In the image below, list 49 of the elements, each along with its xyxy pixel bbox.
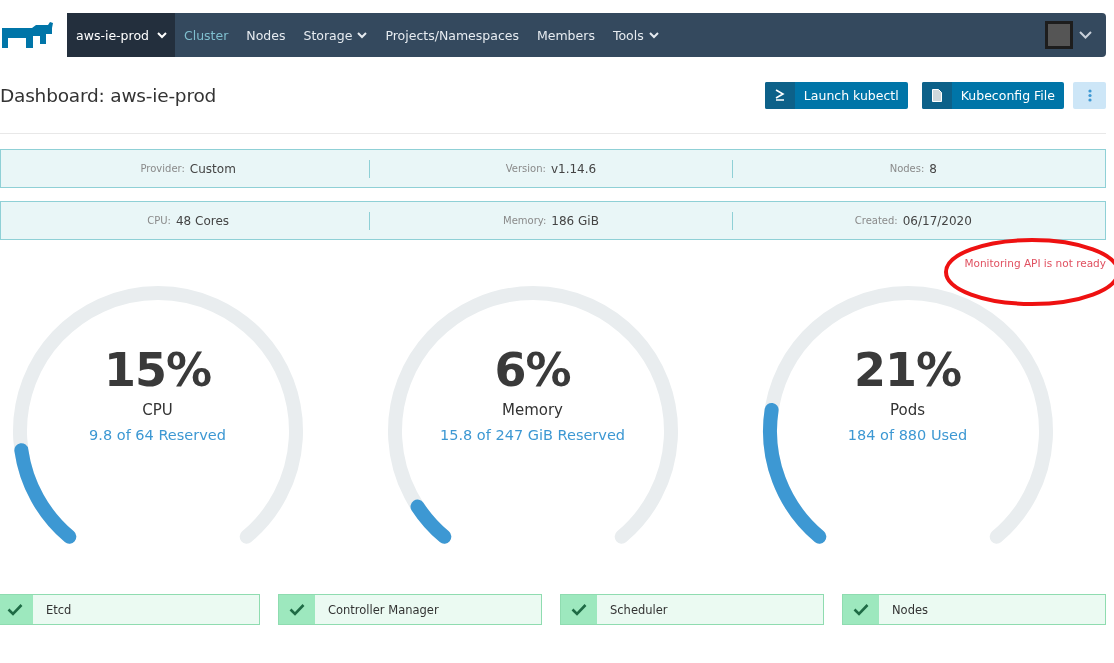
terminal-icon — [774, 89, 785, 101]
check-icon — [7, 603, 23, 616]
gauge-percentage: 15% — [103, 343, 212, 397]
info-value: v1.14.6 — [550, 161, 597, 176]
gauge-detail: 9.8 of 64 Reserved — [89, 427, 226, 443]
kebab-menu-icon — [1087, 88, 1092, 102]
info-label: Created: — [854, 215, 898, 226]
user-menu-button[interactable] — [1045, 21, 1092, 49]
nav-tab[interactable]: Storage — [294, 13, 377, 57]
info-label: Memory: — [503, 215, 547, 226]
nav-tab[interactable]: Cluster — [174, 13, 238, 57]
gauge-label: Pods — [890, 401, 925, 419]
monitoring-warning: Monitoring API is not ready — [964, 257, 1106, 269]
gauge-detail: 15.8 of 247 GiB Reserved — [439, 427, 626, 443]
check-icon — [853, 603, 869, 616]
info-value: 06/17/2020 — [902, 213, 972, 228]
gauge-label: CPU — [142, 401, 173, 419]
health-label: Scheduler — [610, 602, 668, 617]
info-value: 48 Cores — [175, 213, 230, 228]
chevron-down-icon — [648, 31, 659, 39]
health-label: Controller Manager — [328, 602, 439, 617]
chevron-down-icon — [1079, 31, 1092, 39]
health-label: Nodes — [892, 602, 928, 617]
chevron-down-icon — [156, 31, 167, 39]
info-value: Custom — [189, 161, 236, 176]
gauge-label: Memory — [502, 401, 563, 419]
info-label: Version: — [505, 163, 546, 174]
kubeconfig-file-button[interactable]: Kubeconfig File — [921, 81, 1064, 109]
gauge-percentage: 6% — [494, 343, 571, 397]
page-title: Dashboard: aws-ie-prod — [0, 84, 218, 106]
document-icon — [931, 88, 942, 102]
info-value: 186 GiB — [551, 213, 599, 228]
nav-tab[interactable]: Nodes — [237, 13, 295, 57]
nav-tab[interactable]: Members — [527, 13, 604, 57]
check-icon — [571, 603, 587, 616]
cluster-selector[interactable]: aws-ie-prod — [67, 13, 175, 57]
nav-tab[interactable]: Projects/Namespaces — [376, 13, 528, 57]
gauge-percentage: 21% — [853, 343, 962, 397]
avatar-photo-placeholder — [1045, 21, 1073, 49]
gauge-detail: 184 of 880 Used — [847, 427, 968, 443]
launch-kubectl-button[interactable]: Launch kubectl — [764, 81, 908, 109]
info-label: Nodes: — [889, 163, 925, 174]
info-label: CPU: — [147, 215, 171, 226]
check-icon — [289, 603, 305, 616]
health-label: Etcd — [46, 602, 72, 617]
info-label: Provider: — [140, 163, 185, 174]
nav-tab[interactable]: Tools — [603, 13, 668, 57]
chevron-down-icon — [357, 31, 368, 39]
info-value: 8 — [929, 161, 937, 176]
